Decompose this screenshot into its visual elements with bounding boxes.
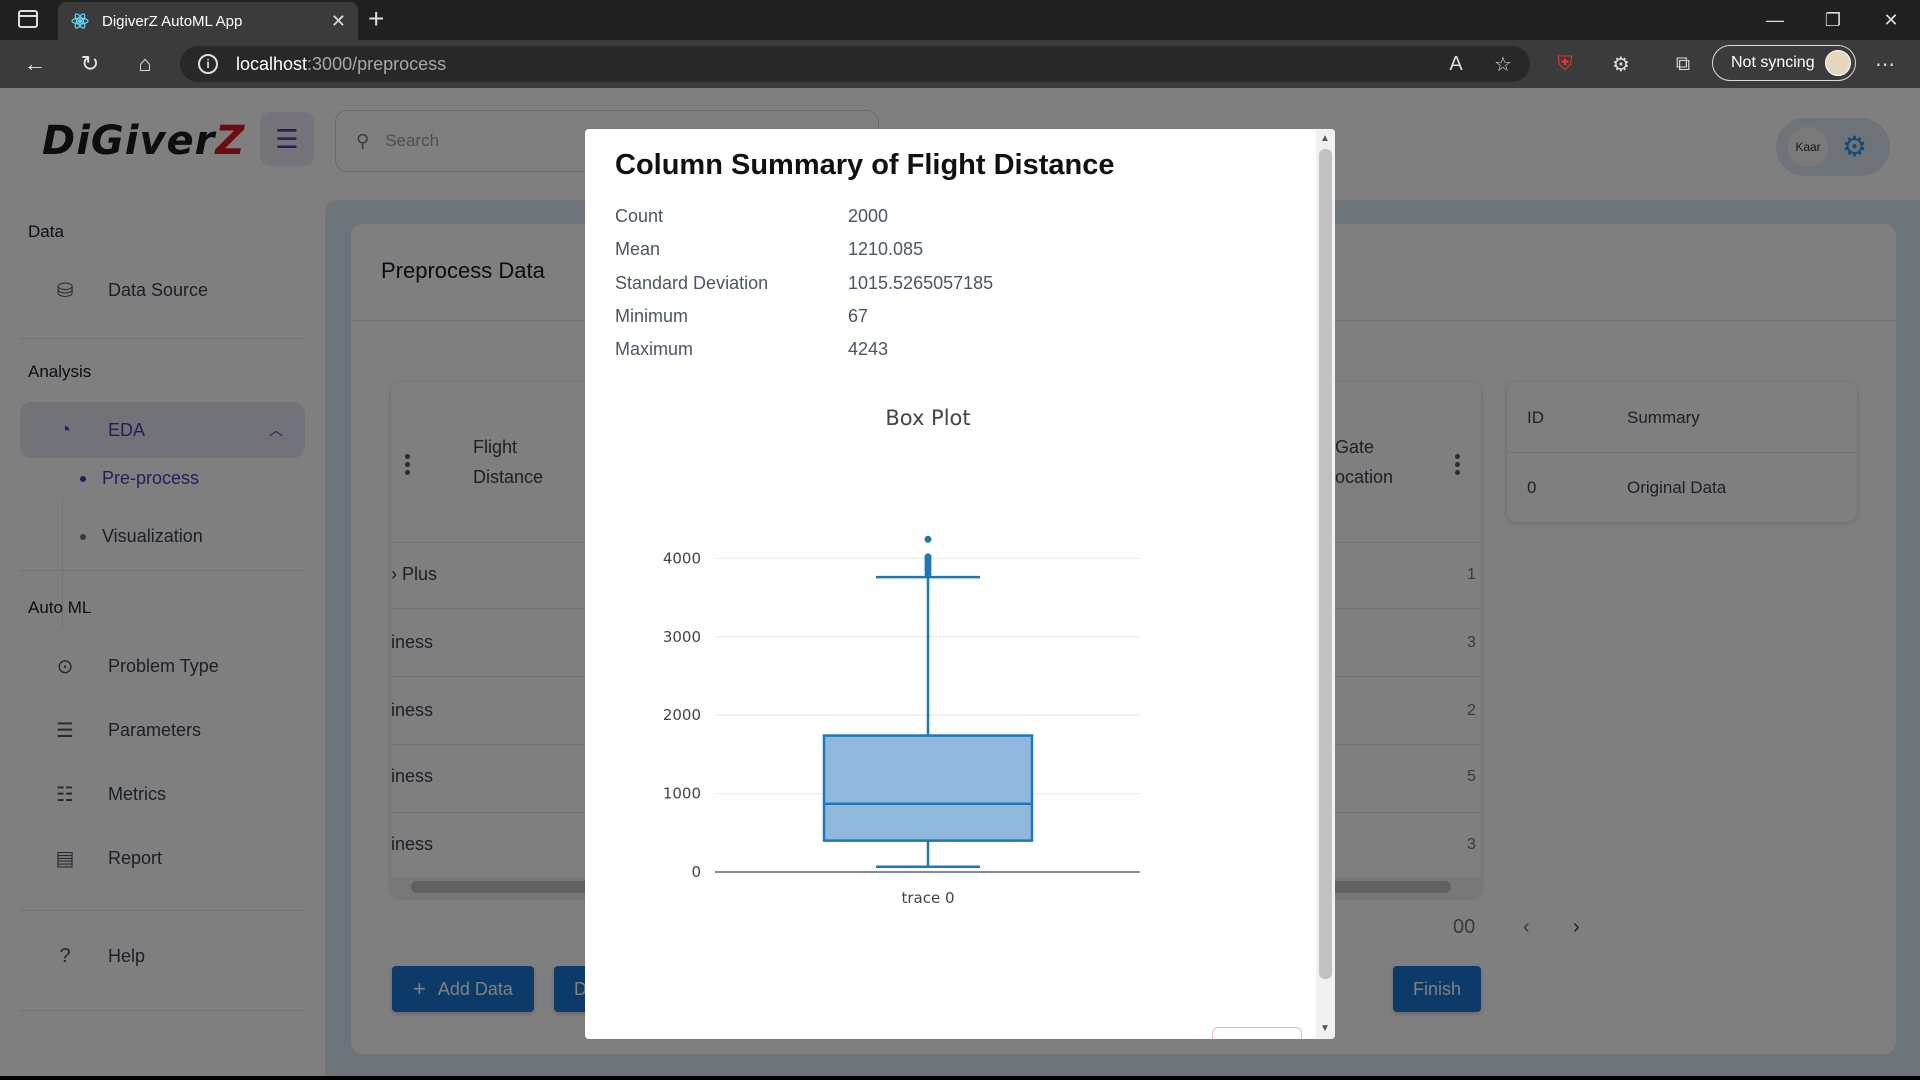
- column-summary-modal: Column Summary of Flight Distance Count …: [585, 129, 1335, 1039]
- scrollbar-thumb[interactable]: [1319, 149, 1332, 979]
- sync-button[interactable]: Not syncing: [1712, 45, 1856, 81]
- url-host: localhost: [236, 53, 308, 74]
- favorite-icon[interactable]: ☆: [1490, 52, 1516, 76]
- x-axis-ticks: trace 0: [901, 889, 954, 907]
- new-tab-button[interactable]: +: [368, 4, 384, 34]
- url-field[interactable]: i localhost:3000/preprocess: [180, 46, 1530, 82]
- y-tick-label: 1000: [663, 785, 701, 803]
- site-info-icon[interactable]: i: [198, 54, 218, 74]
- read-aloud-icon[interactable]: A: [1443, 52, 1469, 76]
- collections-icon[interactable]: ⧉: [1670, 52, 1696, 76]
- tab-actions-icon[interactable]: [18, 10, 38, 28]
- box-plot-chart: Box Plot 0 1000 2000 3000 4000 trace 0: [663, 406, 1140, 907]
- chart-title: Box Plot: [885, 406, 970, 430]
- close-tab-icon[interactable]: ✕: [331, 11, 346, 32]
- outlier-point: [924, 553, 932, 561]
- url-path: :3000/preprocess: [307, 53, 447, 74]
- browser-tab[interactable]: DigiverZ AutoML App ✕: [58, 2, 358, 40]
- y-axis-ticks: 0 1000 2000 3000 4000: [663, 549, 701, 881]
- vertical-scrollbar[interactable]: ▲ ▼: [1316, 129, 1335, 1039]
- iqr-box: [822, 734, 1034, 842]
- taskbar-edge: [0, 1076, 1920, 1080]
- refresh-icon[interactable]: ↻: [75, 50, 105, 78]
- extensions-icon[interactable]: ⚙: [1608, 52, 1634, 76]
- outlier-point: [924, 535, 932, 543]
- browser-titlebar: DigiverZ AutoML App ✕ + — ❐ ✕: [0, 0, 1920, 40]
- y-tick-label: 0: [691, 863, 701, 881]
- restore-icon[interactable]: ❐: [1804, 0, 1862, 40]
- react-icon: [71, 13, 89, 29]
- y-tick-label: 4000: [663, 549, 701, 567]
- chart-marks: [822, 535, 1034, 868]
- address-bar-row: ← ↻ ⌂ i localhost:3000/preprocess A ☆ ⛨ …: [0, 40, 1920, 88]
- close-window-icon[interactable]: ✕: [1862, 0, 1920, 40]
- back-icon[interactable]: ←: [20, 50, 50, 78]
- sync-label: Not syncing: [1731, 54, 1815, 71]
- more-options-icon[interactable]: ⋯: [1872, 52, 1898, 76]
- y-tick-label: 2000: [663, 706, 701, 724]
- minimize-icon[interactable]: —: [1746, 0, 1804, 40]
- x-tick-label: trace 0: [901, 889, 954, 907]
- y-tick-label: 3000: [663, 628, 701, 646]
- scroll-up-icon[interactable]: ▲: [1320, 133, 1330, 144]
- profile-avatar: [1825, 50, 1851, 76]
- close-modal-button[interactable]: [1212, 1027, 1302, 1039]
- scroll-down-icon[interactable]: ▼: [1320, 1023, 1330, 1034]
- home-icon[interactable]: ⌂: [130, 50, 160, 78]
- extension-shield-icon[interactable]: ⛨: [1552, 52, 1578, 76]
- tab-title: DigiverZ AutoML App: [102, 12, 243, 30]
